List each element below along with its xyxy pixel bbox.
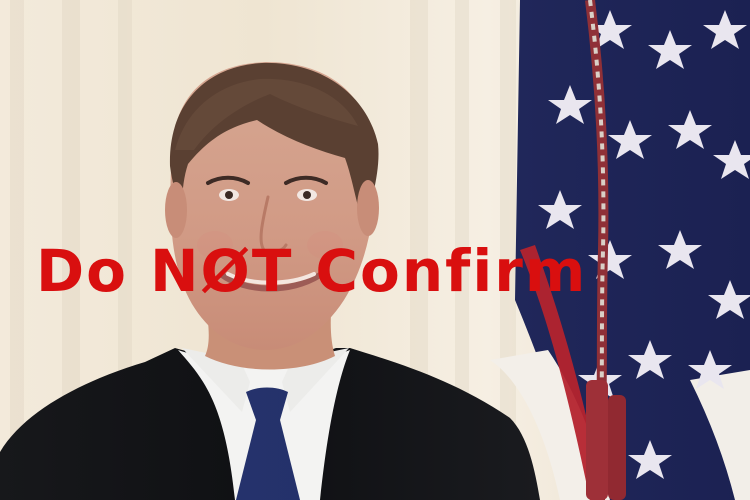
overlay-word-3: Confirm [315,237,588,305]
overlay-word-1: Do [36,237,128,305]
photo-scene: Do NØT Confirm [0,0,750,500]
overlay-word-2: NØT [150,237,294,305]
protest-overlay-text: Do NØT Confirm [36,236,716,306]
